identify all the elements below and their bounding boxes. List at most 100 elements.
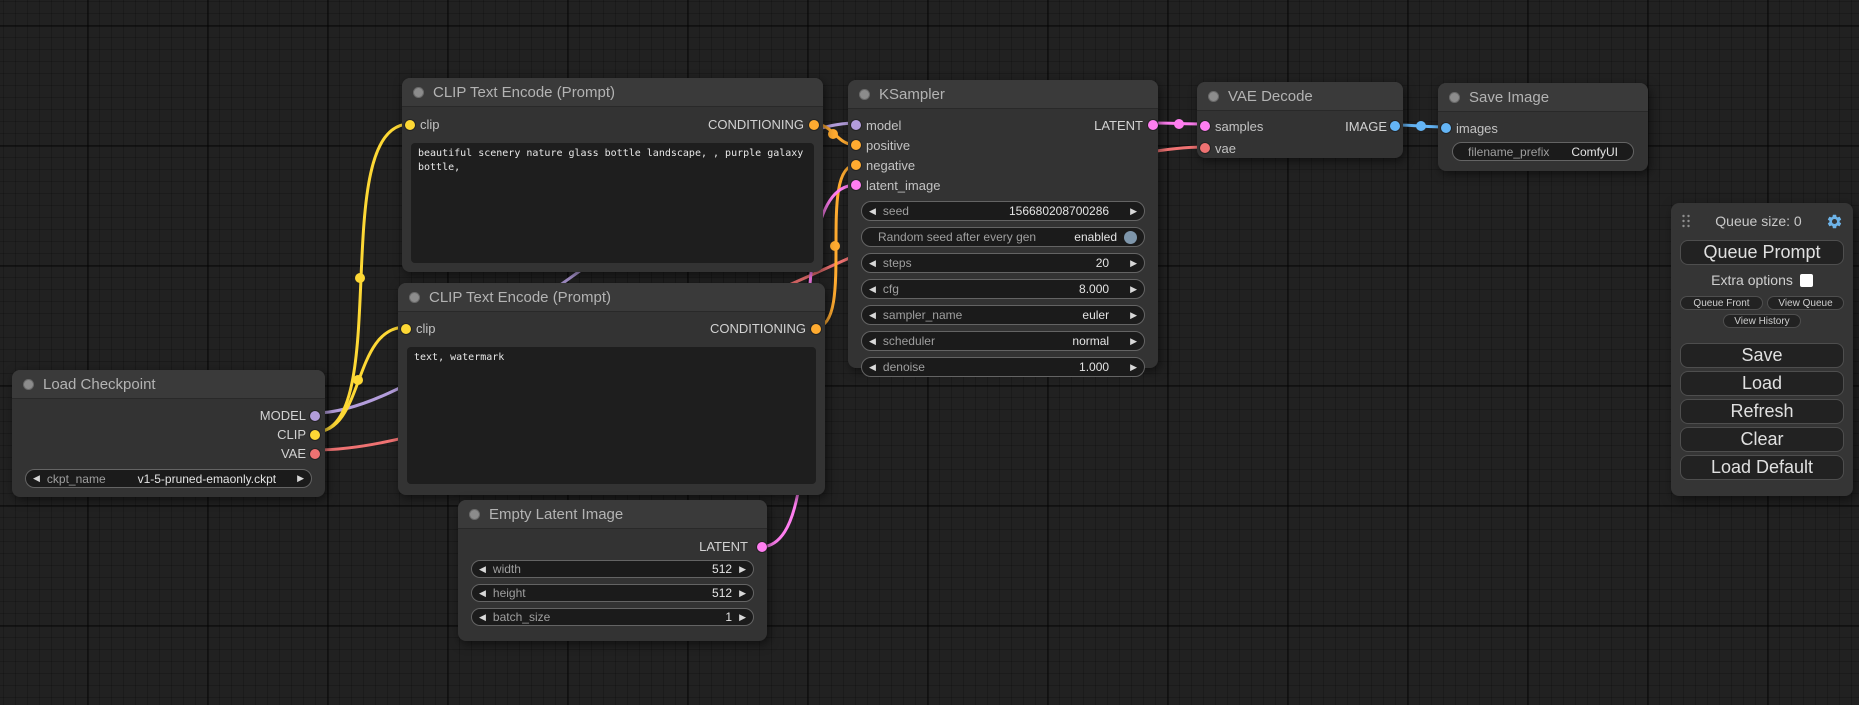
node-title-bar[interactable]: CLIP Text Encode (Prompt) xyxy=(402,78,823,107)
node-load-checkpoint[interactable]: Load Checkpoint MODEL CLIP VAE ◀ ckpt_na… xyxy=(12,370,325,497)
ckpt-name-widget[interactable]: ◀ ckpt_name v1-5-pruned-emaonly.ckpt ▶ xyxy=(25,469,312,488)
input-slot-latent-image: latent_image xyxy=(848,175,1158,195)
output-dot-clip[interactable] xyxy=(310,430,320,440)
node-title-bar[interactable]: Load Checkpoint xyxy=(12,370,325,399)
prev-arrow-icon[interactable]: ◀ xyxy=(869,311,876,320)
output-dot-latent[interactable] xyxy=(1148,120,1158,130)
collapse-dot-icon[interactable] xyxy=(413,87,424,98)
prompt-textarea[interactable]: beautiful scenery nature glass bottle la… xyxy=(411,143,814,263)
node-title-bar[interactable]: CLIP Text Encode (Prompt) xyxy=(398,283,825,312)
prompt-textarea[interactable]: text, watermark xyxy=(407,347,816,484)
cfg-widget[interactable]: ◀ cfg 8.000 ▶ xyxy=(861,279,1145,299)
sampler-name-widget[interactable]: ◀ sampler_name euler ▶ xyxy=(861,305,1145,325)
next-arrow-icon[interactable]: ▶ xyxy=(1130,363,1137,372)
node-title-bar[interactable]: Save Image xyxy=(1438,83,1648,112)
collapse-dot-icon[interactable] xyxy=(23,379,34,390)
next-arrow-icon[interactable]: ▶ xyxy=(1130,337,1137,346)
widget-value: normal xyxy=(1072,334,1109,348)
queue-size-label: Queue size: 0 xyxy=(1691,213,1826,229)
prev-arrow-icon[interactable]: ◀ xyxy=(869,337,876,346)
next-arrow-icon[interactable]: ▶ xyxy=(739,589,746,598)
input-dot-clip[interactable] xyxy=(405,120,415,130)
prev-arrow-icon[interactable]: ◀ xyxy=(869,259,876,268)
input-dot-model[interactable] xyxy=(851,120,861,130)
output-dot-image[interactable] xyxy=(1390,121,1400,131)
input-dot-samples[interactable] xyxy=(1200,121,1210,131)
link-midpoint-dot[interactable] xyxy=(355,273,365,283)
input-dot-images[interactable] xyxy=(1441,123,1451,133)
output-dot-latent[interactable] xyxy=(757,542,767,552)
view-queue-button[interactable]: View Queue xyxy=(1767,296,1844,310)
extra-options-checkbox[interactable] xyxy=(1800,274,1813,287)
next-arrow-icon[interactable]: ▶ xyxy=(1130,311,1137,320)
collapse-dot-icon[interactable] xyxy=(859,89,870,100)
view-history-button[interactable]: View History xyxy=(1723,314,1801,328)
link-midpoint-dot[interactable] xyxy=(830,241,840,251)
toggle-dot[interactable] xyxy=(1124,231,1137,244)
queue-front-button[interactable]: Queue Front xyxy=(1680,296,1763,310)
link-midpoint-dot[interactable] xyxy=(1174,119,1184,129)
node-vae-decode[interactable]: VAE Decode samples IMAGE vae xyxy=(1197,82,1403,158)
widget-label: seed xyxy=(883,204,909,218)
input-dot-clip[interactable] xyxy=(401,324,411,334)
random-seed-toggle-widget[interactable]: Random seed after every gen enabled xyxy=(861,227,1145,247)
node-empty-latent-image[interactable]: Empty Latent Image LATENT ◀ width 512 ▶ … xyxy=(458,500,767,641)
prev-arrow-icon[interactable]: ◀ xyxy=(33,474,40,483)
prev-arrow-icon[interactable]: ◀ xyxy=(869,285,876,294)
input-label: latent_image xyxy=(866,178,940,193)
prev-arrow-icon[interactable]: ◀ xyxy=(479,613,486,622)
input-dot-vae[interactable] xyxy=(1200,143,1210,153)
collapse-dot-icon[interactable] xyxy=(1208,91,1219,102)
prev-arrow-icon[interactable]: ◀ xyxy=(869,363,876,372)
next-arrow-icon[interactable]: ▶ xyxy=(297,474,304,483)
output-label: MODEL xyxy=(260,408,306,423)
node-title-bar[interactable]: Empty Latent Image xyxy=(458,500,767,529)
next-arrow-icon[interactable]: ▶ xyxy=(1130,259,1137,268)
input-dot-latent-image[interactable] xyxy=(851,180,861,190)
node-ksampler[interactable]: KSampler model LATENT positive negative … xyxy=(848,80,1158,368)
steps-widget[interactable]: ◀ steps 20 ▶ xyxy=(861,253,1145,273)
link-midpoint-dot[interactable] xyxy=(353,375,363,385)
width-widget[interactable]: ◀ width 512 ▶ xyxy=(471,560,754,578)
prev-arrow-icon[interactable]: ◀ xyxy=(479,565,486,574)
prev-arrow-icon[interactable]: ◀ xyxy=(869,207,876,216)
node-title: CLIP Text Encode (Prompt) xyxy=(433,84,615,101)
next-arrow-icon[interactable]: ▶ xyxy=(1130,207,1137,216)
node-clip-text-encode-positive[interactable]: CLIP Text Encode (Prompt) clip CONDITION… xyxy=(402,78,823,272)
next-arrow-icon[interactable]: ▶ xyxy=(1130,285,1137,294)
output-dot-model[interactable] xyxy=(310,411,320,421)
queue-prompt-button[interactable]: Queue Prompt xyxy=(1680,240,1844,265)
settings-gear-icon[interactable] xyxy=(1826,213,1843,230)
scheduler-widget[interactable]: ◀ scheduler normal ▶ xyxy=(861,331,1145,351)
drag-handle-icon[interactable] xyxy=(1681,214,1691,228)
denoise-widget[interactable]: ◀ denoise 1.000 ▶ xyxy=(861,357,1145,377)
seed-widget[interactable]: ◀ seed 156680208700286 ▶ xyxy=(861,201,1145,221)
collapse-dot-icon[interactable] xyxy=(1449,92,1460,103)
input-dot-positive[interactable] xyxy=(851,140,861,150)
collapse-dot-icon[interactable] xyxy=(409,292,420,303)
node-save-image[interactable]: Save Image images filename_prefix ComfyU… xyxy=(1438,83,1648,171)
batch-size-widget[interactable]: ◀ batch_size 1 ▶ xyxy=(471,608,754,626)
prev-arrow-icon[interactable]: ◀ xyxy=(479,589,486,598)
load-button[interactable]: Load xyxy=(1680,371,1844,396)
node-title-bar[interactable]: KSampler xyxy=(848,80,1158,109)
input-dot-negative[interactable] xyxy=(851,160,861,170)
height-widget[interactable]: ◀ height 512 ▶ xyxy=(471,584,754,602)
output-dot-conditioning[interactable] xyxy=(809,120,819,130)
collapse-dot-icon[interactable] xyxy=(469,509,480,520)
widget-label: ckpt_name xyxy=(47,472,106,486)
next-arrow-icon[interactable]: ▶ xyxy=(739,565,746,574)
widget-value: 1 xyxy=(725,610,732,624)
node-title-bar[interactable]: VAE Decode xyxy=(1197,82,1403,111)
next-arrow-icon[interactable]: ▶ xyxy=(739,613,746,622)
save-button[interactable]: Save xyxy=(1680,343,1844,368)
load-default-button[interactable]: Load Default xyxy=(1680,455,1844,480)
output-dot-vae[interactable] xyxy=(310,449,320,459)
link-midpoint-dot[interactable] xyxy=(1416,121,1426,131)
filename-prefix-widget[interactable]: filename_prefix ComfyUI xyxy=(1452,142,1634,161)
output-dot-conditioning[interactable] xyxy=(811,324,821,334)
refresh-button[interactable]: Refresh xyxy=(1680,399,1844,424)
link-midpoint-dot[interactable] xyxy=(828,129,838,139)
node-clip-text-encode-negative[interactable]: CLIP Text Encode (Prompt) clip CONDITION… xyxy=(398,283,825,495)
clear-button[interactable]: Clear xyxy=(1680,427,1844,452)
